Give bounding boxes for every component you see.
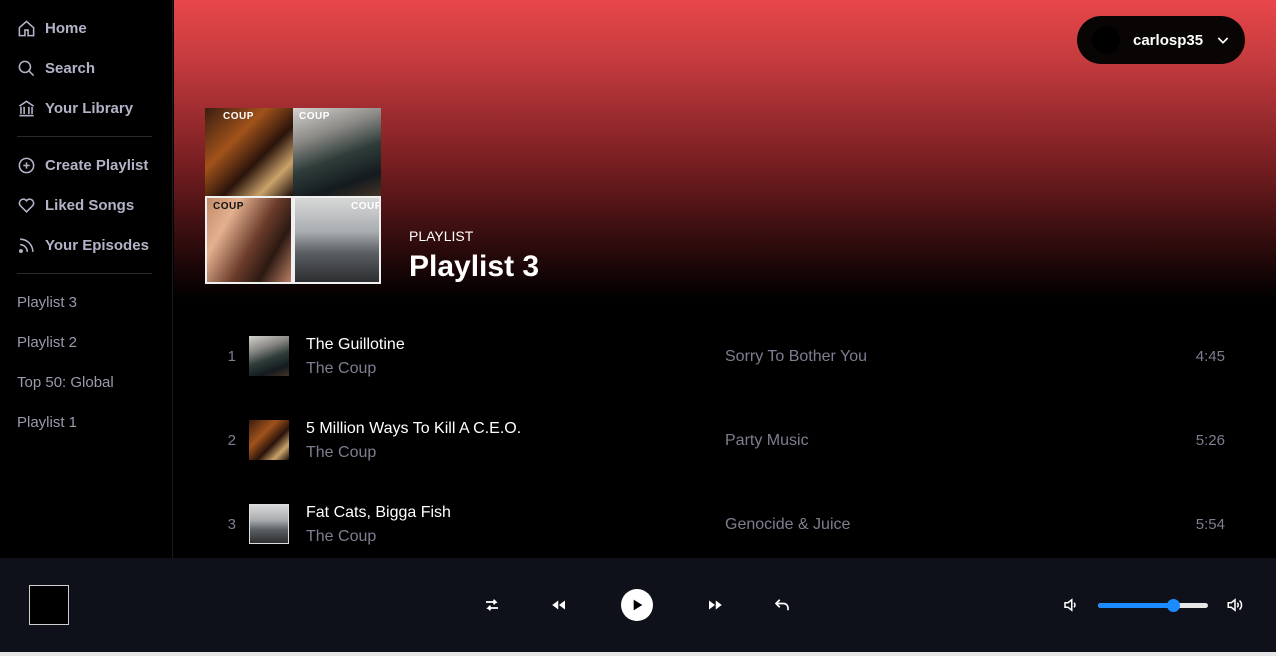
- shuffle-icon: [486, 599, 498, 611]
- volume-up-button[interactable]: [1224, 594, 1246, 616]
- search-icon: [18, 60, 35, 76]
- repeat-button[interactable]: [771, 594, 793, 616]
- your-episodes-button[interactable]: Your Episodes: [17, 233, 149, 257]
- nav-search[interactable]: Search: [17, 56, 95, 80]
- track-duration: 5:54: [1195, 516, 1225, 533]
- cover-tile: COUP: [205, 108, 293, 196]
- undo-icon: [774, 599, 789, 611]
- track-artist[interactable]: The Coup: [306, 360, 376, 378]
- cover-tile-label: COUP: [299, 111, 330, 122]
- track-title: 5 Million Ways To Kill A C.E.O.: [306, 420, 522, 437]
- track-title: The Guillotine: [306, 336, 405, 353]
- track-thumbnail: [249, 336, 289, 376]
- nav-home-label: Home: [45, 19, 87, 37]
- nav-library-label: Your Library: [45, 99, 134, 117]
- sidebar-divider: [17, 273, 152, 274]
- play-button[interactable]: [621, 589, 653, 621]
- track-row[interactable]: 1 The Guillotine The Coup Sorry To Bothe…: [205, 328, 1245, 388]
- cover-tile-label: COUP: [213, 201, 244, 212]
- track-artist[interactable]: The Coup: [306, 528, 376, 546]
- volume-slider[interactable]: [1098, 599, 1208, 612]
- nav-home[interactable]: Home: [17, 16, 87, 40]
- create-playlist-button[interactable]: Create Playlist: [17, 153, 148, 177]
- track-duration: 5:26: [1195, 432, 1225, 449]
- track-number: 1: [227, 348, 236, 365]
- chevron-down-icon: [1217, 37, 1229, 44]
- cover-tile: COUP: [293, 196, 381, 284]
- username: carlosp35: [1133, 31, 1204, 49]
- plus-circle-icon: [18, 157, 35, 173]
- track-title: Fat Cats, Bigga Fish: [306, 504, 451, 521]
- window-bottom-edge: [0, 652, 1276, 656]
- sidebar-playlist-item[interactable]: Playlist 3: [17, 294, 77, 311]
- track-thumbnail: [249, 504, 289, 544]
- cover-tile: COUP: [293, 108, 381, 196]
- nav-library[interactable]: Your Library: [17, 96, 133, 120]
- cover-tile-label: COUP: [223, 111, 254, 122]
- now-playing-artwork: [29, 585, 69, 625]
- track-thumbnail: [249, 420, 289, 460]
- volume-handle[interactable]: [1166, 599, 1180, 612]
- sidebar: Home Search Your Library Create Playlist…: [0, 0, 173, 558]
- your-episodes-label: Your Episodes: [45, 236, 149, 254]
- track-row[interactable]: 3 Fat Cats, Bigga Fish The Coup Genocide…: [205, 496, 1245, 556]
- rewind-icon: [552, 600, 565, 610]
- track-number: 3: [227, 516, 236, 533]
- volume-fill: [1098, 603, 1173, 608]
- user-menu-button[interactable]: carlosp35: [1077, 16, 1245, 64]
- cover-tile: COUP: [205, 196, 293, 284]
- liked-songs-label: Liked Songs: [45, 196, 135, 214]
- rss-icon: [18, 237, 34, 253]
- track-number: 2: [227, 432, 236, 449]
- sidebar-playlist-item[interactable]: Playlist 1: [17, 414, 77, 431]
- fast-forward-icon: [709, 600, 722, 610]
- cover-tile-label: COUP: [351, 201, 381, 212]
- volume-high-icon: [1227, 598, 1243, 612]
- track-album[interactable]: Party Music: [725, 432, 809, 450]
- track-artist[interactable]: The Coup: [306, 444, 376, 462]
- sidebar-playlist-item[interactable]: Top 50: Global: [17, 374, 114, 391]
- player-bar: [0, 558, 1276, 654]
- home-icon: [18, 19, 35, 36]
- liked-songs-button[interactable]: Liked Songs: [17, 193, 134, 217]
- nav-search-label: Search: [45, 59, 96, 77]
- main-content: carlosp35 COUP COUP COUP COUP PLAYLIST P…: [174, 0, 1276, 558]
- heart-icon: [18, 197, 35, 213]
- create-playlist-label: Create Playlist: [45, 156, 149, 174]
- shuffle-button[interactable]: [481, 594, 503, 616]
- track-album[interactable]: Sorry To Bother You: [725, 348, 867, 366]
- sidebar-playlist-item[interactable]: Playlist 2: [17, 334, 77, 351]
- volume-down-button[interactable]: [1060, 594, 1082, 616]
- volume-low-icon: [1064, 598, 1076, 612]
- avatar: [1092, 26, 1120, 54]
- library-icon: [18, 99, 35, 116]
- track-album[interactable]: Genocide & Juice: [725, 516, 850, 534]
- sidebar-divider: [17, 136, 152, 137]
- next-button[interactable]: [704, 594, 726, 616]
- track-row[interactable]: 2 5 Million Ways To Kill A C.E.O. The Co…: [205, 412, 1245, 472]
- page-title: Playlist 3: [409, 250, 540, 283]
- playlist-cover: COUP COUP COUP COUP: [205, 108, 381, 284]
- play-icon: [633, 599, 643, 611]
- previous-button[interactable]: [548, 594, 570, 616]
- playlist-type-label: PLAYLIST: [409, 228, 474, 244]
- track-duration: 4:45: [1195, 348, 1225, 365]
